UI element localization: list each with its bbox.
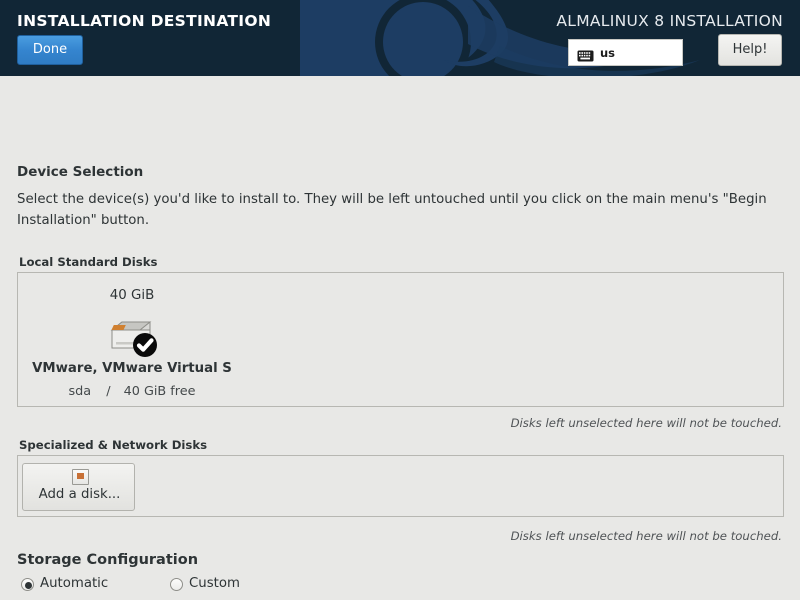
radio-automatic-indicator xyxy=(21,578,34,591)
local-standard-disks-label: Local Standard Disks xyxy=(19,255,158,269)
keyboard-icon xyxy=(577,47,594,61)
disk-tile-sda[interactable]: 40 GiB VMware, VMware Virtual S sda / 40… xyxy=(32,279,252,399)
product-title: ALMALINUX 8 INSTALLATION xyxy=(556,12,783,30)
hard-disk-selected-icon xyxy=(106,316,162,358)
radio-custom-indicator xyxy=(170,578,183,591)
device-selection-heading: Device Selection xyxy=(17,164,144,180)
disk-details-label: sda / 40 GiB free xyxy=(32,384,232,399)
installer-header: INSTALLATION DESTINATION Done ALMALINUX … xyxy=(0,0,800,76)
local-disks-untouched-note: Disks left unselected here will not be t… xyxy=(510,416,782,430)
add-a-disk-label: Add a disk... xyxy=(38,487,121,502)
specialized-network-disks-label: Specialized & Network Disks xyxy=(19,438,208,452)
page-title: INSTALLATION DESTINATION xyxy=(17,12,272,30)
disk-model-label: VMware, VMware Virtual S xyxy=(32,361,232,376)
keyboard-layout-label: us xyxy=(600,45,616,60)
help-button[interactable]: Help! xyxy=(718,34,782,66)
radio-custom-label: Custom xyxy=(189,576,240,591)
add-a-disk-button[interactable]: Add a disk... xyxy=(22,463,135,511)
disk-free-space: 40 GiB free xyxy=(123,384,196,399)
disk-device-name: sda xyxy=(68,384,92,399)
disk-add-icon xyxy=(72,469,89,485)
disk-capacity-label: 40 GiB xyxy=(109,288,155,303)
specialized-disks-untouched-note: Disks left unselected here will not be t… xyxy=(510,529,782,543)
radio-automatic-label: Automatic xyxy=(40,576,109,591)
device-selection-description: Select the device(s) you'd like to insta… xyxy=(17,192,767,228)
keyboard-layout-indicator[interactable]: us xyxy=(568,39,683,66)
main-content: Device Selection Select the device(s) yo… xyxy=(0,76,800,600)
local-disks-panel: 40 GiB VMware, VMware Virtual S sda / 40… xyxy=(17,272,784,407)
done-button[interactable]: Done xyxy=(17,35,83,65)
disk-mountpoint: / xyxy=(106,384,111,399)
storage-configuration-heading: Storage Configuration xyxy=(17,552,199,568)
